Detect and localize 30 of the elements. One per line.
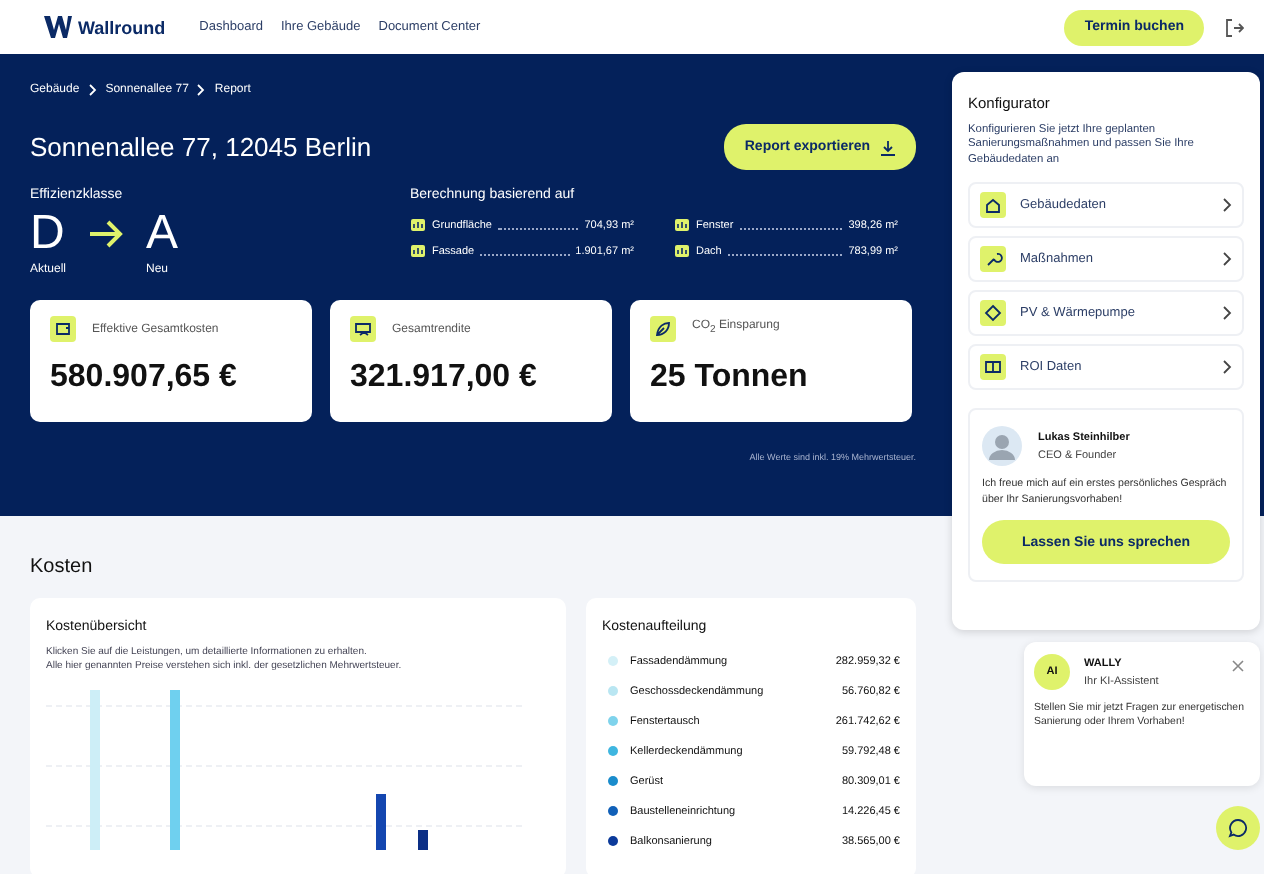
- efficiency-class: D: [30, 208, 67, 260]
- brand-name: Wallround: [78, 17, 166, 37]
- stat-value: 25 Tonnen: [650, 360, 810, 396]
- arrow-icon: [88, 220, 125, 248]
- logo-icon: [44, 16, 72, 38]
- section-title: Kosten: [30, 556, 95, 578]
- logout-icon[interactable]: [1224, 17, 1244, 37]
- stat-icon: [650, 316, 676, 342]
- chevron-icon: [1222, 360, 1232, 375]
- efficiency-class: A: [146, 208, 179, 260]
- close-icon[interactable]: [1232, 660, 1244, 672]
- page-title: Sonnenallee 77, 12045 Berlin: [30, 132, 372, 162]
- stat-icon: [350, 316, 376, 342]
- avatar-icon: [982, 426, 1022, 467]
- chevron-icon: [196, 84, 207, 96]
- item-icon: [980, 354, 1006, 381]
- chat-button[interactable]: [1216, 806, 1260, 850]
- chat-icon: [1228, 818, 1248, 838]
- chevron-icon: [1222, 198, 1232, 213]
- stat-value: 580.907,65 €: [50, 360, 239, 396]
- stat-value: 321.917,00 €: [350, 360, 539, 396]
- download-icon: [880, 139, 896, 155]
- chevron-icon: [1222, 306, 1232, 321]
- item-icon: [980, 300, 1006, 327]
- chevron-icon: [1222, 252, 1232, 267]
- chevron-icon: [87, 84, 98, 96]
- stat-icon: [50, 316, 76, 342]
- item-icon: [980, 192, 1006, 219]
- chart-bar[interactable]: [418, 829, 428, 849]
- item-icon: [980, 246, 1006, 273]
